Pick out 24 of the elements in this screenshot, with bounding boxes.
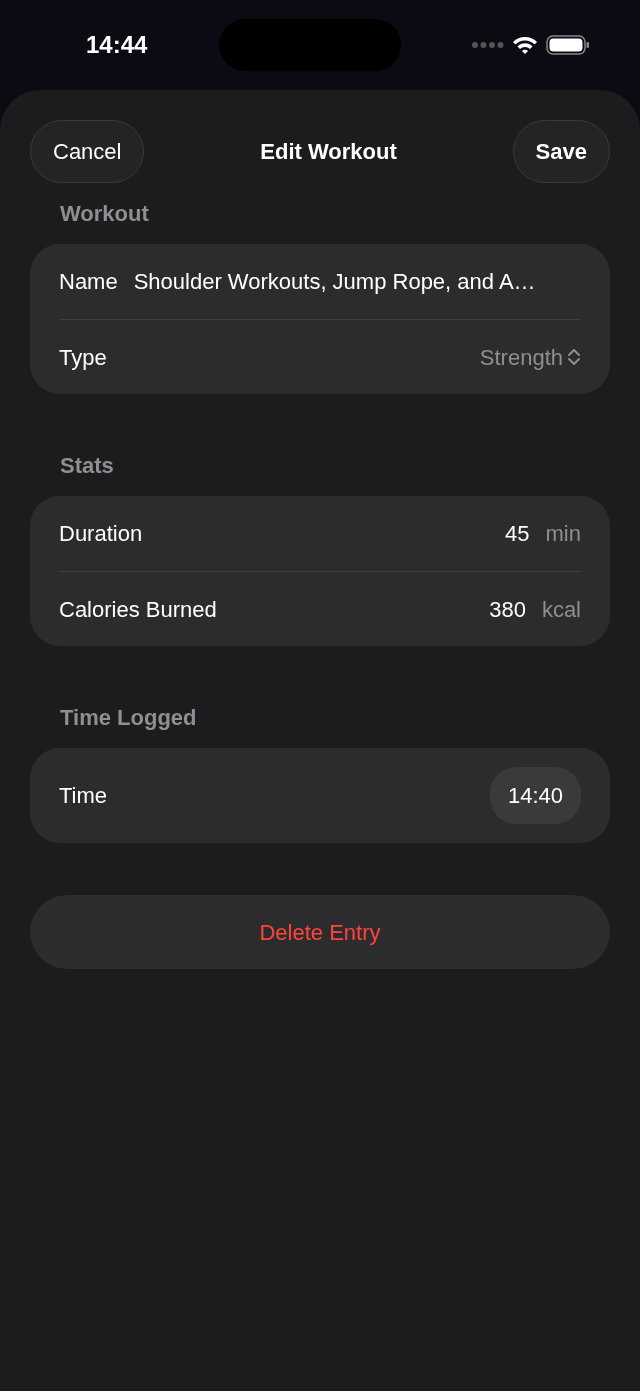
field-label: Name — [59, 268, 118, 296]
field-label: Duration — [59, 520, 143, 548]
battery-icon — [546, 35, 590, 55]
unit-label: kcal — [541, 595, 581, 624]
save-button[interactable]: Save — [512, 120, 610, 183]
unit-label: min — [545, 520, 581, 548]
section-header: Time Logged — [59, 704, 198, 732]
status-time: 14:44 — [86, 30, 148, 60]
cancel-button[interactable]: Cancel — [30, 120, 145, 183]
section-header: Workout — [59, 200, 150, 228]
name-field[interactable]: Shoulder Workouts, Jump Rope, and A… — [133, 265, 536, 298]
field-label: Calories Burned — [59, 595, 217, 624]
screen-title: Edit Workout — [260, 138, 397, 166]
field-label: Type — [59, 343, 107, 372]
signal-icon — [472, 41, 504, 49]
chevron-up-down-icon — [567, 347, 581, 367]
type-picker[interactable]: Strength — [479, 340, 581, 374]
time-picker[interactable]: 14:40 — [489, 767, 581, 824]
wifi-icon — [512, 35, 538, 55]
section-header: Stats — [59, 452, 115, 480]
field-label: Time — [59, 782, 108, 810]
value-field[interactable]: 45 — [505, 517, 530, 550]
delete-button[interactable]: Delete Entry — [30, 895, 610, 969]
value-field[interactable]: 380 — [489, 592, 526, 626]
